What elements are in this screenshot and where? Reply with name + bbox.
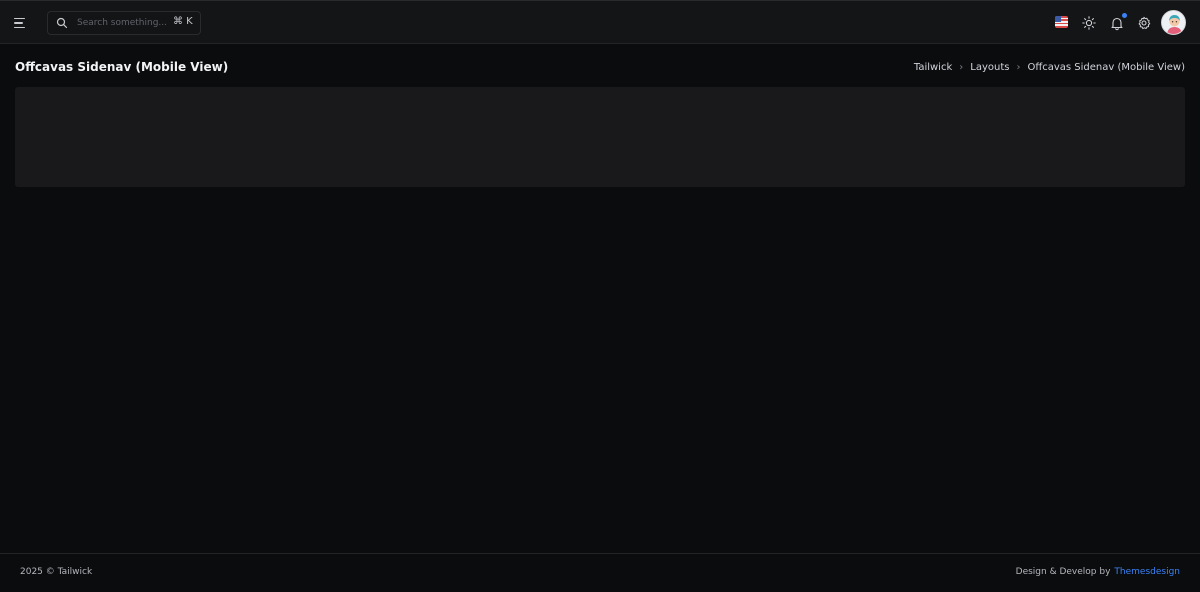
footer-credit-text: Design & Develop by [1015, 567, 1111, 577]
gear-icon[interactable] [1136, 15, 1152, 31]
us-flag-icon[interactable] [1055, 16, 1068, 28]
search-box[interactable]: ⌘ K [47, 11, 201, 35]
search-input[interactable] [77, 15, 177, 31]
breadcrumb-item-current: Offcavas Sidenav (Mobile View) [1027, 62, 1185, 73]
breadcrumb-item-tailwick[interactable]: Tailwick [914, 62, 952, 73]
topbar: ⌘ K [0, 0, 1200, 44]
notification-dot [1122, 13, 1127, 18]
themesdesign-link[interactable]: Themesdesign [1114, 567, 1180, 577]
avatar-image [1162, 11, 1185, 34]
chevron-right-icon: › [1016, 62, 1021, 73]
menu-icon-line [14, 22, 23, 24]
footer-credit: Design & Develop by Themesdesign [1016, 567, 1180, 577]
footer-copyright: 2025 © Tailwick [20, 567, 93, 577]
menu-toggle-button[interactable] [14, 13, 34, 33]
menu-icon-line [14, 17, 25, 20]
breadcrumb-item-layouts[interactable]: Layouts [970, 62, 1009, 73]
footer: 2025 © Tailwick Design & Develop by Theme… [0, 553, 1200, 592]
page-title: Offcavas Sidenav (Mobile View) [15, 60, 229, 74]
menu-icon-line [14, 26, 25, 29]
search-shortcut: ⌘ K [173, 16, 193, 27]
chevron-right-icon: › [959, 62, 964, 73]
breadcrumb: Tailwick › Layouts › Offcavas Sidenav (M… [914, 62, 1185, 73]
content-card [15, 87, 1185, 187]
sun-icon[interactable] [1081, 15, 1097, 31]
search-icon [56, 17, 68, 29]
avatar[interactable] [1161, 10, 1186, 35]
